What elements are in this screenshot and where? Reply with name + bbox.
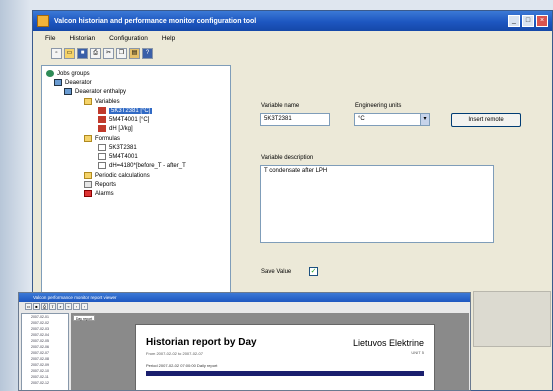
variable-icon bbox=[98, 107, 106, 114]
tree-item-formula[interactable]: 5K3T2381 bbox=[98, 144, 137, 151]
engineering-units-select[interactable]: °C bbox=[354, 113, 422, 126]
variable-icon bbox=[98, 116, 106, 123]
app-icon bbox=[37, 15, 49, 27]
variable-name-label: Variable name bbox=[261, 103, 300, 109]
save-value-label: Save Value bbox=[261, 269, 292, 275]
save-value-checkbox[interactable]: ✓ bbox=[309, 267, 318, 276]
tab-day-report[interactable]: Day report bbox=[73, 315, 95, 321]
tree-item-variable[interactable]: 5K3T2381 [°C] bbox=[98, 107, 153, 114]
window-title: Valcon historian and performance monitor… bbox=[54, 17, 257, 25]
tree-node-alarms[interactable]: Alarms bbox=[84, 190, 114, 197]
report-toolbar: ▭ ■ ⎙ ⇪ ⌕ « ‹ › bbox=[19, 302, 470, 311]
chevron-down-icon[interactable]: ▾ bbox=[420, 113, 430, 126]
next-page-icon[interactable]: › bbox=[81, 303, 88, 310]
prev-page-icon[interactable]: ‹ bbox=[73, 303, 80, 310]
report-date-list[interactable]: 2007-02-01 2007-02-02 2007-02-03 2007-02… bbox=[21, 313, 69, 390]
tree-node-deaerator[interactable]: Deaerator bbox=[54, 79, 92, 86]
report-window-title[interactable]: Valcon performance monitor report viewer bbox=[19, 293, 470, 302]
list-item[interactable]: 2007-02-12 bbox=[22, 380, 68, 386]
tree-node-variables[interactable]: Variables bbox=[84, 98, 120, 105]
tree-node-reports[interactable]: Reports bbox=[84, 181, 116, 188]
variable-icon bbox=[98, 125, 106, 132]
variable-description-textarea[interactable]: T condensate after LPH bbox=[260, 165, 494, 243]
folder-icon bbox=[84, 135, 92, 142]
report-period: From 2007-02-02 to 2007-02-07 bbox=[146, 351, 203, 356]
job-tree[interactable]: Jobs groups Deaerator Deaerator enthalpy… bbox=[41, 65, 231, 307]
export-icon[interactable]: ⇪ bbox=[49, 303, 56, 310]
formula-icon bbox=[98, 162, 106, 169]
tree-node-formulas[interactable]: Formulas bbox=[84, 135, 120, 142]
group-icon bbox=[46, 70, 54, 77]
print-icon[interactable]: ⎙ bbox=[41, 303, 48, 310]
tree-item-variable[interactable]: dH [J/kg] bbox=[98, 125, 133, 132]
formula-icon bbox=[98, 144, 106, 151]
report-icon bbox=[84, 181, 92, 188]
menu-file[interactable]: File bbox=[45, 35, 55, 42]
menu-historian[interactable]: Historian bbox=[69, 35, 95, 42]
report-viewer-window: Valcon performance monitor report viewer… bbox=[18, 292, 471, 391]
tree-item-formula[interactable]: dH=4180*[before_T - after_T bbox=[98, 162, 186, 169]
help-icon[interactable]: ? bbox=[142, 47, 153, 59]
variable-description-label: Variable description bbox=[261, 155, 314, 161]
tree-item-formula[interactable]: 5M4T4001 bbox=[98, 153, 138, 160]
toolbar: ▫ ▭ ■ ⎙ ✂ ❐ ▤ ? bbox=[33, 45, 552, 61]
engineering-units-label: Engineering units bbox=[355, 103, 402, 109]
save-icon[interactable]: ■ bbox=[33, 303, 40, 310]
print-icon[interactable]: ⎙ bbox=[90, 47, 101, 59]
alarm-icon bbox=[84, 190, 92, 197]
company-name: Lietuvos Elektrine bbox=[352, 338, 424, 348]
report-info-row: Period 2007-02-02 07:00:00 Daily report bbox=[146, 363, 218, 368]
menu-help[interactable]: Help bbox=[162, 35, 175, 42]
menu-bar: File Historian Configuration Help bbox=[33, 31, 552, 45]
close-button[interactable]: × bbox=[536, 15, 548, 27]
unit-label: UNIT 5 bbox=[411, 350, 424, 355]
copy-icon[interactable]: ❐ bbox=[116, 47, 127, 59]
report-preview-area: Day report Historian report by Day From … bbox=[71, 313, 469, 390]
folder-icon bbox=[84, 98, 92, 105]
report-table-header bbox=[146, 371, 424, 376]
minimize-button[interactable]: _ bbox=[508, 15, 520, 27]
paste-icon[interactable]: ▤ bbox=[129, 47, 140, 59]
side-panel bbox=[473, 291, 551, 347]
save-icon[interactable]: ■ bbox=[77, 47, 88, 59]
folder-icon bbox=[84, 172, 92, 179]
title-bar[interactable]: Valcon historian and performance monitor… bbox=[33, 11, 552, 31]
zoom-icon[interactable]: ⌕ bbox=[57, 303, 64, 310]
maximize-button[interactable]: □ bbox=[522, 15, 534, 27]
report-page: Historian report by Day From 2007-02-02 … bbox=[135, 324, 435, 390]
chart-icon bbox=[54, 79, 62, 86]
variable-name-input[interactable]: 5K3T2381 bbox=[260, 113, 330, 126]
tree-node-periodic[interactable]: Periodic calculations bbox=[84, 172, 150, 179]
report-title: Historian report by Day bbox=[146, 337, 257, 348]
open-icon[interactable]: ▭ bbox=[25, 303, 32, 310]
chart-icon bbox=[64, 88, 72, 95]
cut-icon[interactable]: ✂ bbox=[103, 47, 114, 59]
formula-icon bbox=[98, 153, 106, 160]
first-page-icon[interactable]: « bbox=[65, 303, 72, 310]
tree-item-variable[interactable]: 5M4T4001 [°C] bbox=[98, 116, 149, 123]
menu-configuration[interactable]: Configuration bbox=[109, 35, 148, 42]
open-icon[interactable]: ▭ bbox=[64, 47, 75, 59]
new-icon[interactable]: ▫ bbox=[51, 47, 62, 59]
tree-node-jobs-groups[interactable]: Jobs groups bbox=[46, 70, 90, 77]
insert-remote-button[interactable]: Insert remote bbox=[451, 113, 521, 127]
tree-node-enthalpy[interactable]: Deaerator enthalpy bbox=[64, 88, 126, 95]
